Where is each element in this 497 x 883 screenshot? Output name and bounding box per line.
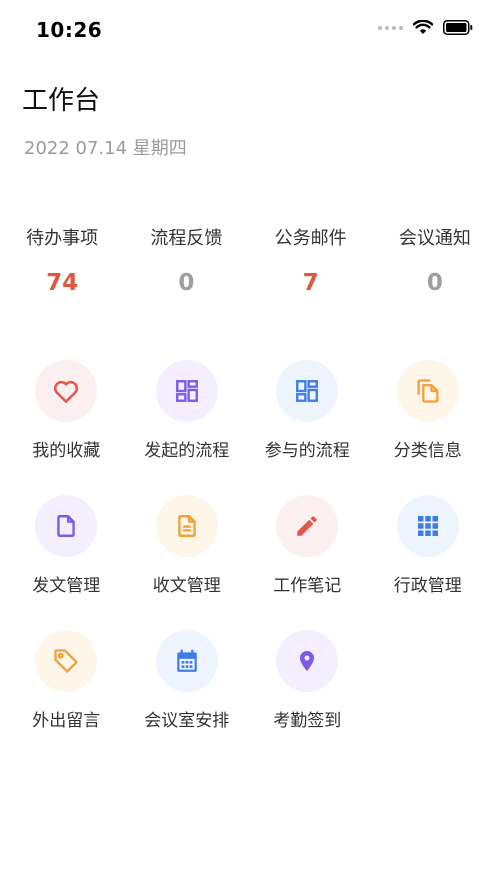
document-icon-circle — [35, 495, 98, 557]
app-label: 工作笔记 — [273, 576, 342, 596]
tag-icon-circle — [35, 630, 98, 692]
app-administration[interactable]: 行政管理 — [368, 495, 489, 630]
page-title: 工作台 — [22, 86, 101, 116]
stat-value: 0 — [178, 270, 195, 296]
stat-process-feedback[interactable]: 流程反馈 0 — [124, 226, 248, 298]
apps-grid-icon — [417, 516, 438, 536]
copy-icon — [417, 379, 439, 403]
stat-pending-items[interactable]: 待办事项 74 — [0, 226, 124, 298]
stat-label: 公务邮件 — [274, 228, 347, 249]
app-work-notes[interactable]: 工作笔记 — [247, 495, 368, 630]
pencil-icon — [297, 516, 317, 536]
text-document-icon — [177, 515, 196, 537]
stat-label: 会议通知 — [398, 228, 471, 249]
page-date: 2022 07.14 星期四 — [24, 138, 187, 159]
stat-value: 7 — [302, 270, 319, 296]
stat-value: 0 — [426, 270, 443, 296]
stats-row: 待办事项 74 流程反馈 0 公务邮件 7 会议通知 0 — [0, 226, 497, 298]
text-document-icon-circle — [155, 495, 218, 557]
copy-icon-circle — [396, 360, 459, 422]
stat-label: 待办事项 — [26, 228, 99, 249]
app-meeting-room[interactable]: 会议室安排 — [127, 630, 248, 765]
battery-icon — [443, 20, 473, 35]
apps-grid-icon-circle — [396, 495, 459, 557]
app-outgoing-docs[interactable]: 发文管理 — [6, 495, 127, 630]
stat-official-mail[interactable]: 公务邮件 7 — [249, 226, 373, 298]
stat-value: 74 — [46, 270, 79, 296]
stat-label: 流程反馈 — [150, 228, 223, 249]
wifi-icon — [413, 20, 433, 34]
status-time: 10:26 — [36, 18, 103, 42]
tag-icon — [54, 649, 78, 673]
app-label: 发起的流程 — [144, 441, 230, 461]
app-label: 外出留言 — [32, 711, 101, 731]
app-category-info[interactable]: 分类信息 — [368, 360, 489, 495]
app-incoming-docs[interactable]: 收文管理 — [127, 495, 248, 630]
calendar-icon-circle — [155, 630, 218, 692]
calendar-icon — [177, 649, 197, 672]
dashboard-icon — [296, 380, 319, 402]
app-label: 参与的流程 — [264, 441, 350, 461]
apps-grid: 我的收藏 发起的流程 参与的流程 分类信息 发文管理 收文管理 工作笔记 行政管… — [0, 360, 497, 765]
pencil-icon-circle — [276, 495, 339, 557]
heart-icon — [54, 380, 79, 403]
app-label: 行政管理 — [393, 576, 462, 596]
heart-icon-circle — [35, 360, 98, 422]
dashboard-icon-circle — [276, 360, 339, 422]
app-participated-processes[interactable]: 参与的流程 — [247, 360, 368, 495]
location-pin-icon-circle — [276, 630, 339, 692]
document-icon — [57, 515, 76, 537]
location-pin-icon — [300, 651, 315, 671]
app-out-messages[interactable]: 外出留言 — [6, 630, 127, 765]
stat-meeting-notice[interactable]: 会议通知 0 — [373, 226, 497, 298]
app-my-favorites[interactable]: 我的收藏 — [6, 360, 127, 495]
app-label: 会议室安排 — [144, 711, 230, 731]
app-attendance-checkin[interactable]: 考勤签到 — [247, 630, 368, 765]
app-label: 分类信息 — [393, 441, 462, 461]
app-label: 发文管理 — [32, 576, 101, 596]
app-label: 收文管理 — [152, 576, 221, 596]
status-icons — [378, 20, 473, 35]
dashboard-icon-circle — [155, 360, 218, 422]
status-bar: 10:26 — [0, 0, 497, 60]
app-label: 我的收藏 — [32, 441, 101, 461]
app-label: 考勤签到 — [273, 711, 342, 731]
signal-icon — [378, 25, 403, 30]
app-initiated-processes[interactable]: 发起的流程 — [127, 360, 248, 495]
dashboard-icon — [175, 380, 198, 402]
